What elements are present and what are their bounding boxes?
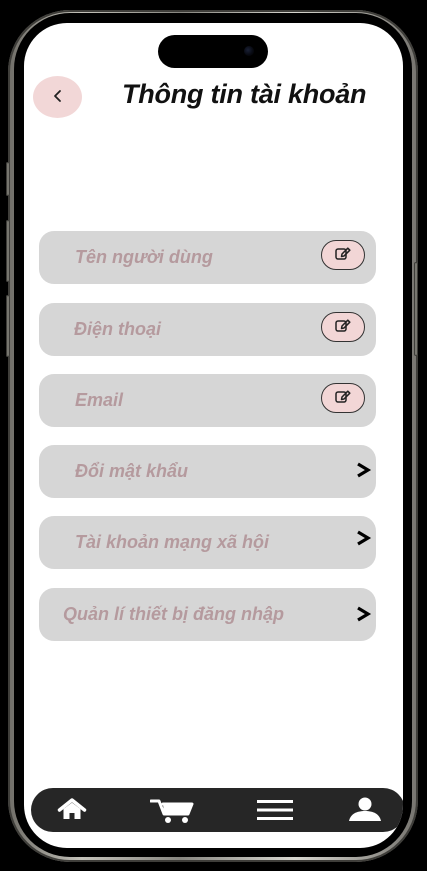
account-item-label: Đổi mật khẩu bbox=[75, 461, 189, 481]
cart-icon bbox=[150, 796, 198, 824]
nav-profile-button[interactable] bbox=[343, 788, 387, 832]
volume-down-button bbox=[6, 295, 10, 357]
account-item-login-devices[interactable]: Quản lí thiết bị đăng nhập bbox=[39, 588, 376, 641]
edit-username-button[interactable] bbox=[321, 240, 365, 270]
account-item-phone[interactable]: Điện thoại bbox=[39, 303, 376, 356]
nav-cart-button[interactable] bbox=[143, 788, 205, 832]
chevron-left-icon bbox=[52, 89, 64, 106]
front-camera bbox=[244, 46, 254, 56]
menu-icon bbox=[256, 798, 294, 822]
account-item-username[interactable]: Tên người dùng bbox=[39, 231, 376, 284]
account-item-email[interactable]: Email bbox=[39, 374, 376, 427]
bottom-navigation bbox=[31, 788, 403, 832]
chevron-right-icon bbox=[354, 602, 372, 626]
silent-switch bbox=[6, 162, 10, 196]
power-button bbox=[414, 262, 418, 356]
account-item-label: Tên người dùng bbox=[75, 247, 213, 267]
page-title: Thông tin tài khoản bbox=[122, 79, 367, 109]
phone-screen: Thông tin tài khoản Tên người dùng Điện … bbox=[24, 23, 403, 848]
account-item-label: Tài khoản mạng xã hội bbox=[75, 532, 270, 552]
nav-menu-button[interactable] bbox=[254, 788, 296, 832]
edit-icon bbox=[334, 316, 352, 338]
edit-email-button[interactable] bbox=[321, 383, 365, 413]
volume-up-button bbox=[6, 220, 10, 282]
dynamic-island bbox=[158, 35, 268, 68]
account-item-change-password[interactable]: Đổi mật khẩu bbox=[39, 445, 376, 498]
account-item-social-accounts[interactable]: Tài khoản mạng xã hội bbox=[39, 516, 376, 569]
account-item-label: Email bbox=[75, 390, 124, 410]
account-item-label: Điện thoại bbox=[74, 319, 162, 339]
back-button[interactable] bbox=[33, 76, 82, 118]
edit-phone-button[interactable] bbox=[321, 312, 365, 342]
edit-icon bbox=[334, 387, 352, 409]
account-item-label: Quản lí thiết bị đăng nhập bbox=[63, 604, 284, 624]
edit-icon bbox=[334, 244, 352, 266]
nav-home-button[interactable] bbox=[48, 788, 96, 832]
user-icon bbox=[347, 797, 383, 823]
chevron-right-icon bbox=[354, 526, 372, 550]
home-icon bbox=[57, 798, 87, 822]
chevron-right-icon bbox=[354, 458, 372, 482]
